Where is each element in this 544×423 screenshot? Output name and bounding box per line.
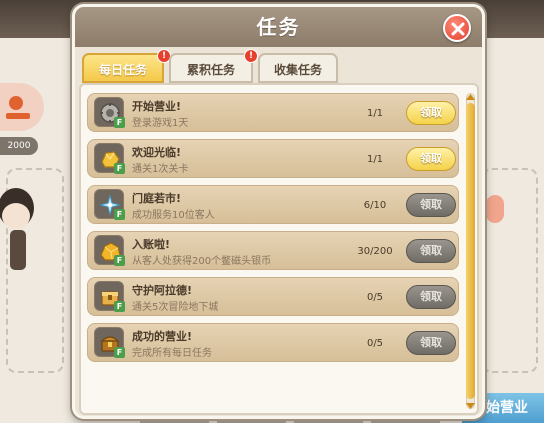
task-description: 完成所有每日任务	[132, 348, 212, 359]
tab-label: 收集任务	[273, 63, 322, 77]
task-title: 开始营业!	[132, 100, 182, 113]
task-title: 守护阿拉德!	[132, 284, 193, 297]
task-row: F 欢迎光临! 通关1次关卡 1/1 领取	[87, 139, 459, 178]
task-row: F 成功的营业! 完成所有每日任务 0/5 领取	[87, 323, 459, 362]
task-progress: 0/5	[366, 338, 384, 349]
shopkeeper-character-icon	[0, 188, 34, 270]
task-row: F 入账啦! 从客人处获得200个鳖磁头银币 30/200 领取	[87, 231, 459, 270]
background-badge	[486, 195, 504, 223]
task-progress: 1/1	[366, 108, 384, 119]
tab-collection-tasks[interactable]: 收集任务	[258, 53, 338, 83]
task-icon-frame: F	[94, 281, 125, 312]
claim-button[interactable]: 领取	[406, 331, 456, 355]
reward-tag-icon: F	[114, 163, 125, 174]
claim-button[interactable]: 领取	[406, 147, 456, 171]
tab-daily-tasks[interactable]: 每日任务 !	[82, 49, 171, 83]
task-description: 通关5次冒险地下城	[132, 302, 219, 313]
task-progress: 30/200	[357, 246, 393, 257]
reward-tag-icon: F	[114, 255, 125, 266]
task-description: 成功服务10位客人	[132, 210, 215, 221]
task-row: F 守护阿拉德! 通关5次冒险地下城 0/5 领取	[87, 277, 459, 316]
dialog-title: 任务	[256, 15, 301, 39]
task-list: F 开始营业! 登录游戏1天 1/1 领取 F 欢迎光临! 通关1次关卡 1/1…	[79, 83, 479, 415]
task-description: 登录游戏1天	[132, 118, 189, 129]
tab-label: 累积任务	[186, 63, 235, 77]
task-progress: 1/1	[366, 154, 384, 165]
task-icon-frame: F	[94, 97, 125, 128]
reward-tag-icon: F	[114, 301, 125, 312]
task-title: 门庭若市!	[132, 192, 182, 205]
task-progress: 0/5	[366, 292, 384, 303]
scroll-down-icon[interactable]	[465, 401, 476, 411]
sign-icon	[6, 96, 30, 119]
notification-badge: !	[244, 49, 258, 63]
task-title: 入账啦!	[132, 238, 171, 251]
task-icon-frame: F	[94, 327, 125, 358]
reward-tag-icon: F	[114, 347, 125, 358]
task-progress: 6/10	[363, 200, 387, 211]
background-coin-count: 2000	[0, 137, 38, 155]
task-icon-frame: F	[94, 235, 125, 266]
claim-button[interactable]: 领取	[406, 193, 456, 217]
task-title: 欢迎光临!	[132, 146, 182, 159]
scroll-up-icon[interactable]	[465, 92, 476, 102]
task-dialog: 任务 每日任务 ! 累积任务 ! 收集任务 F 开始营业! 登录游戏1天 1/1…	[72, 4, 485, 419]
close-button[interactable]	[443, 14, 471, 42]
close-icon	[451, 22, 465, 36]
task-description: 从客人处获得200个鳖磁头银币	[132, 256, 272, 267]
task-description: 通关1次关卡	[132, 164, 189, 175]
tab-cumulative-tasks[interactable]: 累积任务 !	[169, 49, 258, 83]
task-icon-frame: F	[94, 143, 125, 174]
scrollbar-thumb[interactable]	[466, 103, 475, 399]
claim-button[interactable]: 领取	[406, 101, 456, 125]
task-title: 成功的营业!	[132, 330, 193, 343]
tab-label: 每日任务	[98, 63, 147, 77]
reward-tag-icon: F	[114, 117, 125, 128]
task-row: F 门庭若市! 成功服务10位客人 6/10 领取	[87, 185, 459, 224]
claim-button[interactable]: 领取	[406, 239, 456, 263]
claim-button[interactable]: 领取	[406, 285, 456, 309]
background-sign	[0, 83, 44, 131]
reward-tag-icon: F	[114, 209, 125, 220]
task-icon-frame: F	[94, 189, 125, 220]
task-row: F 开始营业! 登录游戏1天 1/1 领取	[87, 93, 459, 132]
